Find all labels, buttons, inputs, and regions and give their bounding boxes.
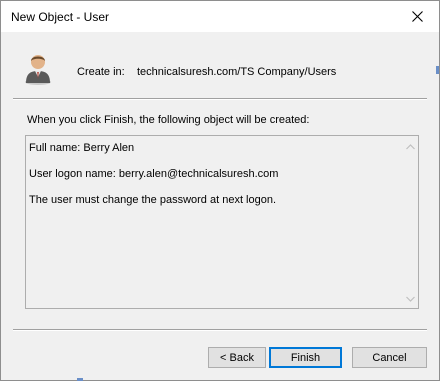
summary-intro-text: When you click Finish, the following obj…: [27, 114, 310, 126]
scroll-up-arrow-icon[interactable]: [406, 144, 415, 150]
header-divider: [13, 98, 427, 100]
back-button[interactable]: < Back: [208, 347, 266, 368]
create-in-label: Create in:: [77, 66, 125, 78]
cancel-button[interactable]: Cancel: [352, 347, 427, 368]
window-title: New Object - User: [11, 10, 110, 24]
footer-divider: [13, 329, 427, 331]
summary-textbox[interactable]: Full name: Berry Alen User logon name: b…: [25, 135, 419, 309]
close-icon: [411, 11, 423, 22]
finish-button[interactable]: Finish: [269, 347, 342, 368]
summary-logon-name: User logon name: berry.alen@technicalsur…: [29, 168, 279, 180]
title-bar[interactable]: New Object - User: [1, 1, 439, 32]
background-window-edge: [436, 66, 439, 74]
summary-password-note: The user must change the password at nex…: [29, 194, 277, 206]
new-object-user-dialog: New Object - User Create in: technicalsu…: [0, 0, 440, 381]
user-icon: [25, 55, 51, 85]
close-button[interactable]: [395, 1, 439, 32]
scroll-down-arrow-icon[interactable]: [406, 296, 415, 302]
create-in-path: technicalsuresh.com/TS Company/Users: [137, 66, 337, 78]
summary-full-name: Full name: Berry Alen: [29, 142, 135, 154]
dialog-header: Create in: technicalsuresh.com/TS Compan…: [1, 32, 439, 97]
